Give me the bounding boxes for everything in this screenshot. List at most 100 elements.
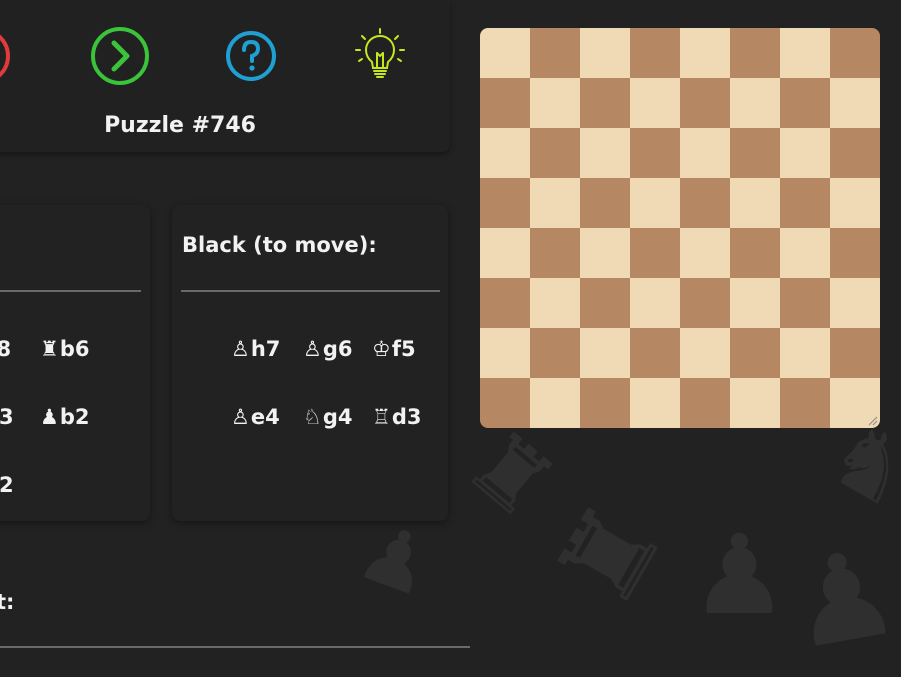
board-square-h6[interactable]: [830, 128, 880, 178]
board-square-d2[interactable]: [630, 328, 680, 378]
pawn-icon: ♙: [231, 337, 250, 361]
board-square-d6[interactable]: [630, 128, 680, 178]
question-mark-icon: [226, 31, 276, 81]
board-square-a5[interactable]: [480, 178, 530, 228]
panel-heading: Black (to move):: [182, 233, 377, 257]
board-square-e4[interactable]: [680, 228, 730, 278]
chess-board[interactable]: [480, 28, 880, 428]
piece-item: ♖d3: [372, 405, 422, 429]
board-square-h4[interactable]: [830, 228, 880, 278]
board-square-f8[interactable]: [730, 28, 780, 78]
board-square-h3[interactable]: [830, 278, 880, 328]
board-square-e6[interactable]: [680, 128, 730, 178]
board-square-f6[interactable]: [730, 128, 780, 178]
puzzle-toolbar: Puzzle #746: [0, 0, 450, 152]
board-square-d1[interactable]: [630, 378, 680, 428]
board-square-g1[interactable]: [780, 378, 830, 428]
board-square-e3[interactable]: [680, 278, 730, 328]
board-square-c7[interactable]: [580, 78, 630, 128]
rook-icon: ♜: [40, 337, 59, 361]
pawn-icon: ♙: [303, 337, 322, 361]
piece-item: ♟b2: [40, 405, 90, 429]
board-square-d3[interactable]: [630, 278, 680, 328]
board-square-a1[interactable]: [480, 378, 530, 428]
board-square-e1[interactable]: [680, 378, 730, 428]
chevron-right-icon: [91, 27, 149, 85]
board-square-h7[interactable]: [830, 78, 880, 128]
board-square-g7[interactable]: [780, 78, 830, 128]
board-square-e7[interactable]: [680, 78, 730, 128]
board-square-g2[interactable]: [780, 328, 830, 378]
board-square-d8[interactable]: [630, 28, 680, 78]
board-square-b4[interactable]: [530, 228, 580, 278]
section-divider: [0, 646, 470, 648]
board-square-c3[interactable]: [580, 278, 630, 328]
next-button[interactable]: [90, 26, 150, 86]
board-square-g4[interactable]: [780, 228, 830, 278]
board-square-h5[interactable]: [830, 178, 880, 228]
board-square-d5[interactable]: [630, 178, 680, 228]
board-square-f2[interactable]: [730, 328, 780, 378]
board-square-c6[interactable]: [580, 128, 630, 178]
board-square-g5[interactable]: [780, 178, 830, 228]
pawn-icon: ♟: [40, 405, 59, 429]
section-heading: t:: [0, 590, 15, 614]
board-square-d7[interactable]: [630, 78, 680, 128]
board-square-a2[interactable]: [480, 328, 530, 378]
board-square-c2[interactable]: [580, 328, 630, 378]
close-circle-icon: [0, 34, 10, 78]
board-square-a6[interactable]: [480, 128, 530, 178]
board-square-b1[interactable]: [530, 378, 580, 428]
board-square-c5[interactable]: [580, 178, 630, 228]
board-square-a7[interactable]: [480, 78, 530, 128]
board-square-b5[interactable]: [530, 178, 580, 228]
help-button[interactable]: [221, 26, 281, 86]
piece-item: h2: [0, 473, 14, 497]
background-pawn-decoration: ♟: [346, 503, 446, 616]
piece-item: ♙g6: [303, 337, 353, 361]
board-square-a8[interactable]: [480, 28, 530, 78]
board-square-e2[interactable]: [680, 328, 730, 378]
resize-handle-icon[interactable]: [868, 416, 878, 426]
piece-item: ♔f5: [372, 337, 416, 361]
board-square-c8[interactable]: [580, 28, 630, 78]
board-square-b6[interactable]: [530, 128, 580, 178]
puzzle-title: Puzzle #746: [104, 113, 256, 138]
board-square-c4[interactable]: [580, 228, 630, 278]
black-pieces-panel: Black (to move): ♙h7 ♙g6 ♔f5 ♙e4 ♘g4 ♖d3: [172, 205, 448, 521]
close-button[interactable]: [0, 26, 12, 86]
board-square-e8[interactable]: [680, 28, 730, 78]
piece-item: ♜b6: [40, 337, 90, 361]
hint-button[interactable]: [350, 26, 410, 86]
panel-divider: [0, 290, 141, 292]
board-square-g6[interactable]: [780, 128, 830, 178]
board-square-f7[interactable]: [730, 78, 780, 128]
board-square-b2[interactable]: [530, 328, 580, 378]
board-square-b8[interactable]: [530, 28, 580, 78]
board-square-f3[interactable]: [730, 278, 780, 328]
board-square-d4[interactable]: [630, 228, 680, 278]
board-square-f5[interactable]: [730, 178, 780, 228]
board-square-f1[interactable]: [730, 378, 780, 428]
board-square-g8[interactable]: [780, 28, 830, 78]
board-square-h2[interactable]: [830, 328, 880, 378]
background-rook-decoration: ♜: [446, 408, 576, 541]
piece-item: g3: [0, 405, 14, 429]
board-square-c1[interactable]: [580, 378, 630, 428]
board-square-b3[interactable]: [530, 278, 580, 328]
board-square-h8[interactable]: [830, 28, 880, 78]
board-square-e5[interactable]: [680, 178, 730, 228]
board-square-b7[interactable]: [530, 78, 580, 128]
rook-icon: ♖: [372, 405, 391, 429]
panel-divider: [181, 290, 440, 292]
background-rook-decoration: ♜: [529, 480, 690, 630]
board-square-a3[interactable]: [480, 278, 530, 328]
king-icon: ♔: [372, 337, 391, 361]
background-pawn-decoration: ♟: [690, 511, 789, 639]
piece-item: c8: [0, 337, 12, 361]
board-square-a4[interactable]: [480, 228, 530, 278]
board-square-g3[interactable]: [780, 278, 830, 328]
board-square-f4[interactable]: [730, 228, 780, 278]
piece-item: ♙e4: [231, 405, 280, 429]
knight-icon: ♘: [303, 405, 322, 429]
